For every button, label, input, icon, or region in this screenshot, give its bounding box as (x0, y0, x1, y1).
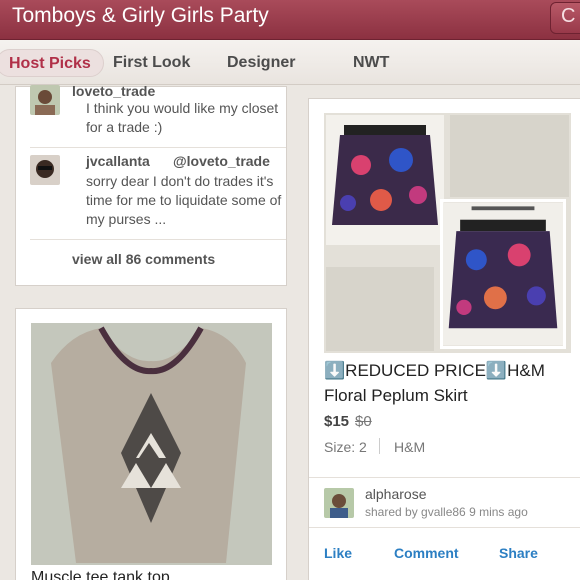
divider (309, 477, 580, 478)
divider (309, 527, 580, 528)
like-button[interactable]: Like (324, 545, 352, 561)
size-label: Size: 2 (324, 439, 367, 455)
price: $15 (324, 413, 350, 430)
comment-text: I think you would like my closet for a t… (86, 100, 279, 135)
tab-first-look[interactable]: First Look (113, 49, 190, 77)
share-button[interactable]: Share (499, 545, 538, 561)
listing-photo-collage[interactable] (324, 113, 571, 353)
party-tabs: Host Picks First Look Designer NWT (0, 40, 580, 85)
comment-username[interactable]: jvcallanta (86, 153, 150, 169)
comment-text: sorry dear I don't do trades it's time f… (86, 173, 282, 227)
brand-label[interactable]: H&M (394, 439, 425, 455)
shared-by-text: shared by gvalle86 9 mins ago (365, 505, 528, 519)
avatar[interactable] (30, 85, 60, 115)
avatar[interactable] (30, 155, 60, 185)
seller-avatar[interactable] (324, 488, 354, 518)
comment-button[interactable]: Comment (394, 545, 459, 561)
photo-placeholder (450, 115, 569, 197)
refresh-icon: C (561, 5, 576, 27)
listing-photo (440, 199, 566, 349)
tab-nwt[interactable]: NWT (353, 49, 389, 77)
comment-item: loveto_trade I think you would like my c… (30, 83, 290, 142)
app-header: Tomboys & Girly Girls Party C (0, 0, 580, 40)
party-title: Tomboys & Girly Girls Party (12, 4, 269, 27)
listing-title-line2[interactable]: Floral Peplum Skirt (324, 386, 468, 406)
comments-card: loveto_trade I think you would like my c… (15, 83, 290, 286)
seller-name[interactable]: alpharose (365, 486, 427, 502)
meta-separator (379, 438, 380, 454)
original-price: $0 (355, 413, 372, 430)
listing-photo (326, 115, 444, 245)
view-all-comments-link[interactable]: view all 86 comments (72, 251, 215, 267)
comment-username[interactable]: loveto_trade (72, 83, 155, 99)
listing-photo[interactable] (31, 323, 272, 565)
price-line: $15 $0 (324, 413, 372, 430)
comment-item: jvcallanta @loveto_trade sorry dear I do… (30, 153, 290, 233)
photo-placeholder (326, 267, 434, 351)
listing-card[interactable]: Muscle tee tank top (15, 308, 287, 580)
divider (30, 147, 286, 148)
tab-designer[interactable]: Designer (227, 49, 295, 77)
listing-card[interactable]: ⬇️REDUCED PRICE⬇️H&M Floral Peplum Skirt… (308, 98, 580, 580)
divider (30, 239, 286, 240)
listing-title[interactable]: Muscle tee tank top (31, 569, 170, 580)
header-action-button[interactable]: C (550, 2, 580, 34)
tab-host-picks[interactable]: Host Picks (0, 49, 104, 77)
listing-title-line1[interactable]: ⬇️REDUCED PRICE⬇️H&M (324, 361, 545, 381)
comment-mention[interactable]: @loveto_trade (173, 153, 270, 169)
